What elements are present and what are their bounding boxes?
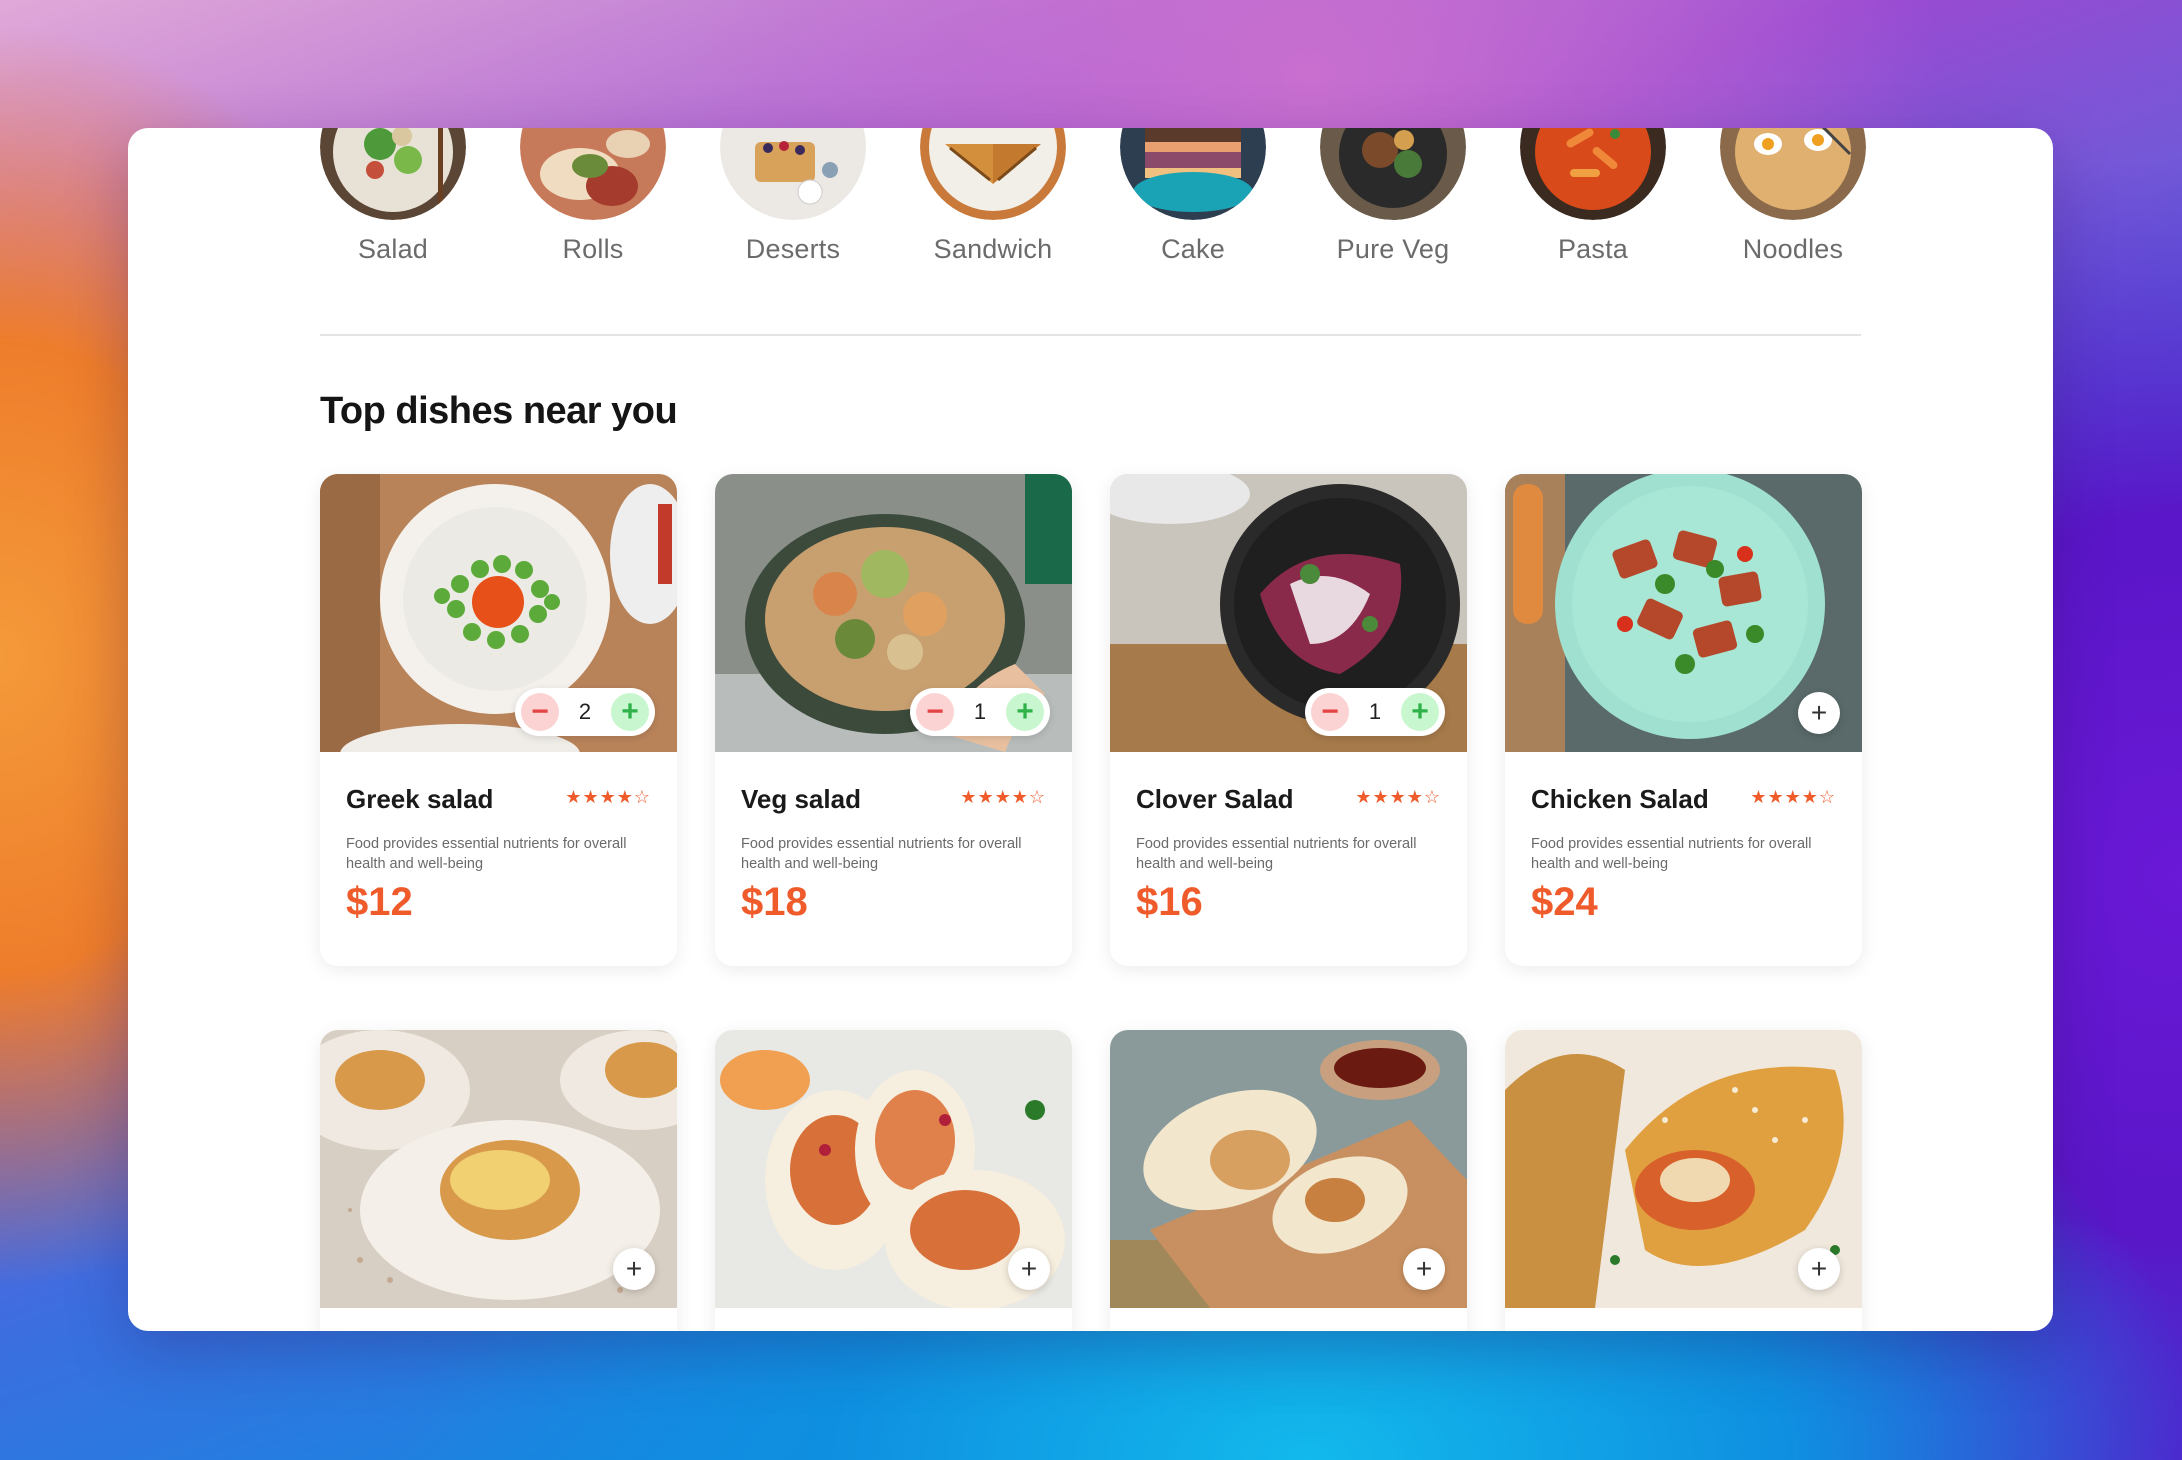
category-image (520, 128, 666, 220)
increase-button[interactable]: + (1401, 693, 1439, 731)
category-image (720, 128, 866, 220)
category-image (920, 128, 1066, 220)
add-to-cart-button[interactable]: + (613, 1248, 655, 1290)
dish-card[interactable]: + (1505, 1030, 1862, 1331)
quantity-stepper: − 1 + (1305, 688, 1445, 736)
dish-name: Clover Salad (1136, 784, 1294, 814)
category-label: Deserts (745, 234, 841, 264)
dish-description: Food provides essential nutrients for ov… (1136, 836, 1417, 872)
dish-name: Greek salad (346, 784, 494, 814)
divider (320, 334, 1861, 336)
dish-price: $16 (1136, 880, 1203, 924)
dish-card[interactable]: + Chicken Salad ★★★★☆ Food provides esse… (1505, 474, 1862, 966)
section-title: Top dishes near you (320, 390, 678, 432)
category-menu: Salad Rolls Deserts Sandwich Cake Pure V… (320, 128, 1866, 278)
category-label: Sandwich (933, 234, 1053, 264)
quantity-value: 2 (578, 699, 592, 724)
dish-card[interactable]: + (1110, 1030, 1467, 1331)
dish-description: Food provides essential nutrients for ov… (741, 836, 1022, 872)
dish-name: Chicken Salad (1531, 784, 1709, 814)
dish-description: Food provides essential nutrients for ov… (346, 836, 627, 872)
category-label: Pure Veg (1336, 234, 1450, 264)
dish-price: $18 (741, 880, 808, 924)
dish-name: Veg salad (741, 784, 861, 814)
decrease-button[interactable]: − (1311, 693, 1349, 731)
category-label: Rolls (562, 234, 624, 264)
dish-price: $24 (1531, 880, 1598, 924)
category-image (1320, 128, 1466, 220)
category-image (1720, 128, 1866, 220)
quantity-value: 1 (1368, 699, 1382, 724)
dish-card[interactable]: − 2 + Greek salad ★★★★☆ Food provides es… (320, 474, 677, 966)
add-to-cart-button[interactable]: + (1798, 692, 1840, 734)
rating-stars: ★★★★☆ (565, 787, 651, 807)
quantity-stepper: − 2 + (515, 688, 655, 736)
category-image (1120, 128, 1266, 220)
quantity-value: 1 (973, 699, 987, 724)
category-label: Noodles (1742, 234, 1844, 264)
category-image (1520, 128, 1666, 220)
rating-stars: ★★★★☆ (960, 787, 1046, 807)
decrease-button[interactable]: − (521, 693, 559, 731)
dish-description: Food provides essential nutrients for ov… (1531, 836, 1812, 872)
decrease-button[interactable]: − (916, 693, 954, 731)
add-to-cart-button[interactable]: + (1798, 1248, 1840, 1290)
add-to-cart-button[interactable]: + (1008, 1248, 1050, 1290)
app-window: Salad Rolls Deserts Sandwich Cake Pure V… (128, 128, 2053, 1331)
dish-card[interactable]: + (320, 1030, 677, 1331)
increase-button[interactable]: + (1006, 693, 1044, 731)
category-label: Cake (1161, 234, 1225, 264)
category-label: Salad (357, 234, 429, 264)
dish-card[interactable]: + (715, 1030, 1072, 1331)
quantity-stepper: − 1 + (910, 688, 1050, 736)
rating-stars: ★★★★☆ (1355, 787, 1441, 807)
rating-stars: ★★★★☆ (1750, 787, 1836, 807)
category-image (320, 128, 466, 220)
increase-button[interactable]: + (611, 693, 649, 731)
add-to-cart-button[interactable]: + (1403, 1248, 1445, 1290)
dish-card[interactable]: − 1 + Clover Salad ★★★★☆ Food provides e… (1110, 474, 1467, 966)
category-label: Pasta (1557, 234, 1629, 264)
dish-price: $12 (346, 880, 413, 924)
dish-card[interactable]: − 1 + Veg salad ★★★★☆ Food provides esse… (715, 474, 1072, 966)
